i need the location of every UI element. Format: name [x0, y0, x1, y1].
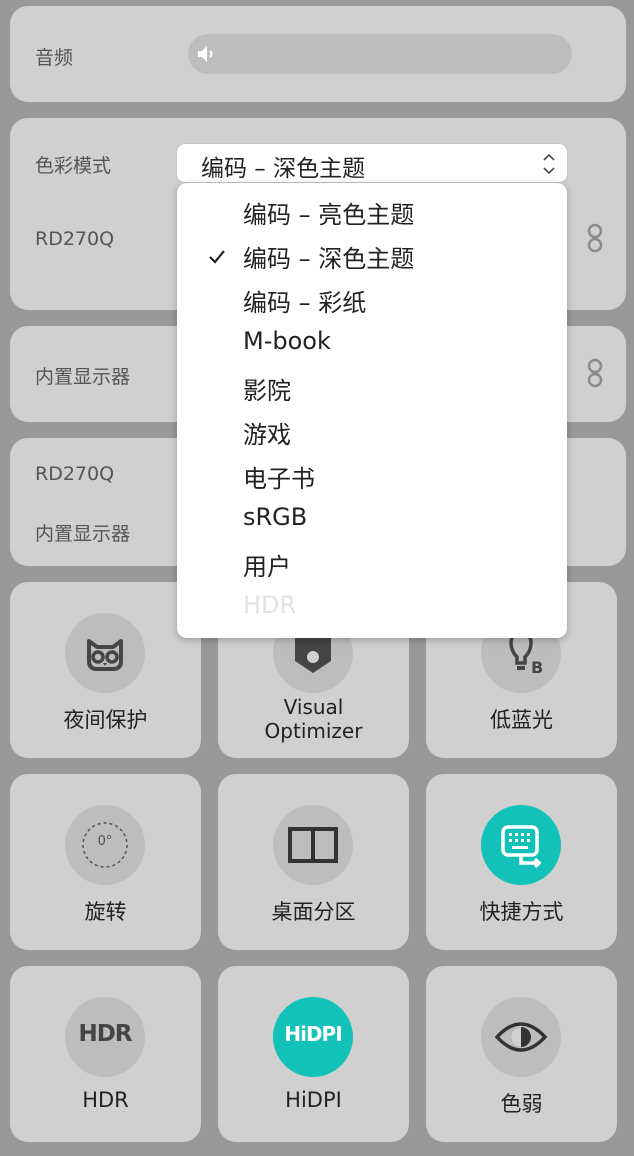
tile-rotate[interactable]: 0° 旋转	[10, 774, 201, 950]
tile-label-shortcut: 快捷方式	[479, 900, 564, 924]
tile-label-hidpi: HiDPI	[285, 1088, 342, 1112]
svg-text:B: B	[531, 658, 543, 677]
tile-label-color-weak: 色弱	[500, 1092, 543, 1116]
color-mode-label: 色彩模式	[35, 155, 112, 177]
tile-label-hdr: HDR	[82, 1088, 129, 1112]
color-mode-dropdown: 编码 – 亮色主题 编码 – 深色主题 编码 – 彩纸 M-book 影院游戏电子书 sR…	[177, 183, 567, 638]
hdr-icon: HDR	[65, 997, 145, 1077]
dropdown-option-label: M-book	[243, 327, 331, 355]
dropdown-option[interactable]: 用户	[177, 543, 567, 587]
dropdown-option[interactable]: 电子书	[177, 455, 567, 499]
dropdown-option-label: 编码 – 深色主题	[243, 245, 415, 273]
tile-label-night-protect: 夜间保护	[63, 708, 148, 732]
visual-optimizer-line1: Visual	[283, 695, 344, 719]
audio-label: 音频	[35, 47, 74, 69]
dropdown-option-label: 游戏	[243, 421, 291, 449]
chevron-updown-icon	[543, 153, 555, 175]
volume-monitor-label: RD270Q	[35, 463, 115, 485]
hidpi-icon-text: HiDPI	[284, 1022, 342, 1046]
tile-hdr[interactable]: HDR HDR	[10, 966, 201, 1142]
eye-icon	[481, 997, 561, 1077]
color-mode-selected-value: 编码 – 深色主题	[201, 156, 366, 182]
dropdown-option-label: 编码 – 亮色主题	[243, 201, 415, 229]
dropdown-option-label: 影院	[243, 377, 291, 405]
dropdown-option-label: HDR	[243, 591, 297, 619]
link-icon[interactable]	[584, 223, 606, 253]
dropdown-option[interactable]: 影院	[177, 367, 567, 411]
brightness-builtin-label: 内置显示器	[35, 366, 131, 388]
speaker-icon	[198, 46, 213, 62]
tile-label-visual-optimizer: Visual Optimizer	[218, 695, 409, 743]
dropdown-option: HDR	[177, 587, 567, 631]
rotate-icon: 0°	[65, 805, 145, 885]
hidpi-icon: HiDPI	[273, 997, 353, 1077]
dropdown-option-label: 编码 – 彩纸	[243, 289, 367, 317]
tile-desktop-split[interactable]: 桌面分区	[218, 774, 409, 950]
dropdown-option-label: 电子书	[243, 465, 315, 493]
tile-label-rotate: 旋转	[84, 900, 127, 924]
split-screen-icon	[273, 805, 353, 885]
checkmark-icon	[209, 250, 225, 264]
rotate-value: 0°	[97, 834, 113, 849]
tile-label-low-blue-light: 低蓝光	[490, 708, 553, 732]
tile-hidpi[interactable]: HiDPI HiDPI	[218, 966, 409, 1142]
dropdown-option-label: 用户	[243, 553, 291, 581]
hdr-icon-text: HDR	[78, 1021, 132, 1047]
dropdown-option[interactable]: M-book	[177, 323, 567, 367]
link-icon[interactable]	[584, 358, 606, 388]
dropdown-option[interactable]: 游戏	[177, 411, 567, 455]
color-mode-select[interactable]: 编码 – 深色主题	[176, 143, 568, 183]
tile-label-desktop-split: 桌面分区	[271, 900, 356, 924]
dropdown-option-label: sRGB	[243, 503, 308, 531]
dropdown-option[interactable]: sRGB	[177, 499, 567, 543]
dropdown-option[interactable]: 编码 – 亮色主题	[177, 191, 567, 235]
tile-shortcut[interactable]: 快捷方式	[426, 774, 617, 950]
dropdown-option[interactable]: 编码 – 深色主题	[177, 235, 567, 279]
audio-card: 音频	[10, 6, 626, 102]
brightness-monitor-label: RD270Q	[35, 228, 115, 250]
keyboard-shortcut-icon	[481, 805, 561, 885]
dropdown-option[interactable]: 编码 – 彩纸	[177, 279, 567, 323]
tile-color-weak[interactable]: 色弱	[426, 966, 617, 1142]
audio-slider[interactable]	[188, 34, 572, 74]
tile-night-protect[interactable]: 夜间保护	[10, 582, 201, 758]
volume-builtin-label: 内置显示器	[35, 523, 131, 545]
visual-optimizer-line2: Optimizer	[264, 719, 363, 743]
owl-icon	[65, 613, 145, 693]
